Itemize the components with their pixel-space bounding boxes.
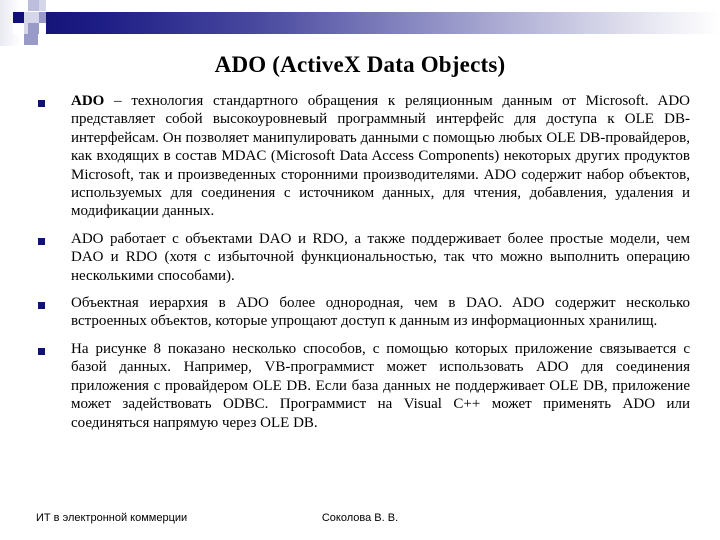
deco-square-navy (13, 12, 24, 23)
slide-header-decoration (0, 0, 720, 46)
bullet-text-2: ADO работает с объектами DAO и RDO, а та… (71, 230, 690, 284)
bullet-square-icon (38, 237, 45, 245)
footer-course-label: ИТ в электронной коммерции (36, 512, 188, 524)
list-item: Объектная иерархия в ADO более однородна… (38, 294, 690, 331)
bullet-lead-1: ADO (71, 93, 105, 109)
list-item: На рисунке 8 показано несколько способов… (38, 340, 690, 432)
deco-square-9 (24, 34, 38, 45)
list-item: ADO работает с объектами DAO и RDO, а та… (38, 230, 690, 285)
deco-square-2 (39, 0, 46, 11)
page-title: ADO (ActiveX Data Objects) (214, 52, 506, 77)
deco-square-4 (28, 12, 39, 23)
deco-square-5 (39, 12, 46, 23)
slide-footer: ИТ в электронной коммерции Соколова В. В… (0, 512, 720, 540)
deco-square-6 (13, 23, 24, 34)
bullet-text-3: Объектная иерархия в ADO более однородна… (71, 295, 690, 330)
bullet-text-4: На рисунке 8 показано несколько способов… (71, 340, 690, 431)
bullet-body-1: – технология стандартного обращения к ре… (71, 93, 690, 220)
deco-square-8 (28, 23, 39, 34)
bullet-square-icon (38, 100, 45, 107)
footer-author-label: Соколова В. В. (321, 512, 399, 524)
header-gradient-bar (46, 12, 720, 34)
deco-square-1 (28, 0, 39, 11)
list-item: ADO – технология стандартного обращения … (38, 92, 690, 221)
bullet-square-icon (38, 347, 45, 355)
bullet-text-1: ADO – технология стандартного обращения … (45, 92, 690, 221)
slide-body: ADO – технология стандартного обращения … (38, 92, 690, 441)
bullet-square-icon (38, 302, 45, 310)
